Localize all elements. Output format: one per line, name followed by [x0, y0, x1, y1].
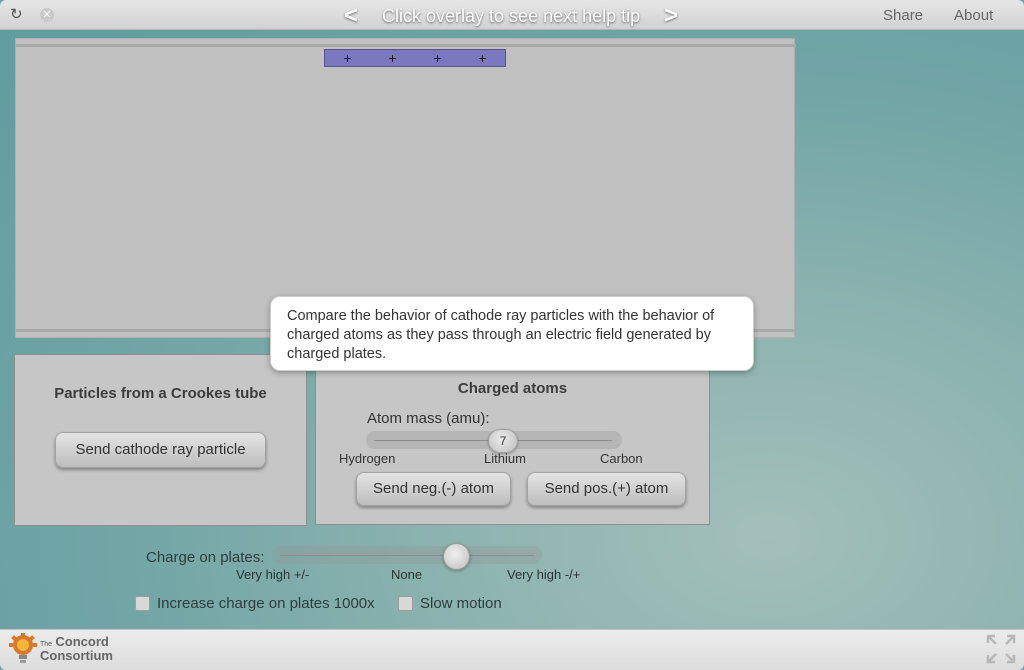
help-tooltip[interactable]: Compare the behavior of cathode ray part…	[270, 296, 754, 371]
prev-tip-arrow[interactable]: <	[340, 2, 362, 30]
logo-the: The	[40, 641, 53, 648]
charge-on-plates-label: Charge on plates:	[146, 549, 265, 566]
plate-sign: +	[343, 50, 352, 66]
slow-motion-option[interactable]: Slow motion	[398, 595, 502, 612]
charge-tick-very-high-pos-neg: Very high +/-	[236, 567, 310, 582]
increase-charge-option[interactable]: Increase charge on plates 1000x	[135, 595, 375, 612]
charge-tick-none: None	[391, 567, 423, 582]
app-window: ↻ ✕ < Click overlay to see next help tip…	[0, 0, 1024, 670]
slow-motion-checkbox[interactable]	[398, 596, 413, 611]
plate-sign: +	[478, 50, 487, 66]
help-tip-prompt[interactable]: Click overlay to see next help tip	[382, 6, 640, 27]
fullscreen-icon[interactable]	[985, 633, 1017, 665]
charge-tick-very-high-neg-pos: Very high -/+	[507, 567, 581, 582]
charge-slider-thumb[interactable]	[443, 543, 470, 570]
mass-tick-hydrogen: Hydrogen	[339, 451, 396, 466]
increase-charge-label[interactable]: Increase charge on plates 1000x	[157, 595, 375, 612]
footer-bar: The Concord Consortium	[0, 629, 1024, 670]
atoms-panel-title: Charged atoms	[457, 380, 568, 397]
close-icon[interactable]: ✕	[40, 8, 54, 22]
slow-motion-label[interactable]: Slow motion	[420, 595, 502, 612]
increase-charge-checkbox[interactable]	[135, 596, 150, 611]
help-navigation: < Click overlay to see next help tip >	[340, 2, 682, 30]
charged-plate: + + + +	[324, 49, 506, 67]
lightbulb-gear-icon	[9, 633, 37, 663]
crookes-tube-panel: Particles from a Crookes tube Send catho…	[14, 354, 307, 526]
charge-slider-line	[280, 555, 534, 556]
logo-consortium: Consortium	[40, 648, 113, 663]
logo-text: The Concord Consortium	[40, 634, 113, 663]
send-positive-atom-button[interactable]: Send pos.(+) atom	[527, 472, 686, 506]
atom-mass-label: Atom mass (amu):	[367, 410, 490, 427]
reload-icon[interactable]: ↻	[10, 6, 23, 24]
atom-mass-slider-thumb[interactable]: 7	[488, 429, 518, 453]
simulation-canvas[interactable]: + + + +	[15, 38, 796, 338]
mass-tick-carbon: Carbon	[600, 451, 643, 466]
next-tip-arrow[interactable]: >	[660, 2, 682, 30]
top-bar: ↻ ✕ < Click overlay to see next help tip…	[0, 0, 1024, 30]
about-link[interactable]: About	[954, 7, 993, 24]
crookes-panel-title: Particles from a Crookes tube	[54, 385, 267, 402]
send-negative-atom-button[interactable]: Send neg.(-) atom	[356, 472, 511, 506]
top-rail	[16, 44, 796, 47]
mass-tick-lithium: Lithium	[484, 451, 526, 466]
charged-atoms-panel: Charged atoms Atom mass (amu): 7 Hydroge…	[315, 354, 710, 525]
concord-logo[interactable]: The Concord Consortium	[9, 633, 113, 665]
share-link[interactable]: Share	[883, 7, 923, 24]
plate-sign: +	[388, 50, 397, 66]
plate-sign: +	[433, 50, 442, 66]
send-cathode-ray-button[interactable]: Send cathode ray particle	[55, 432, 266, 468]
logo-concord: Concord	[55, 634, 109, 649]
